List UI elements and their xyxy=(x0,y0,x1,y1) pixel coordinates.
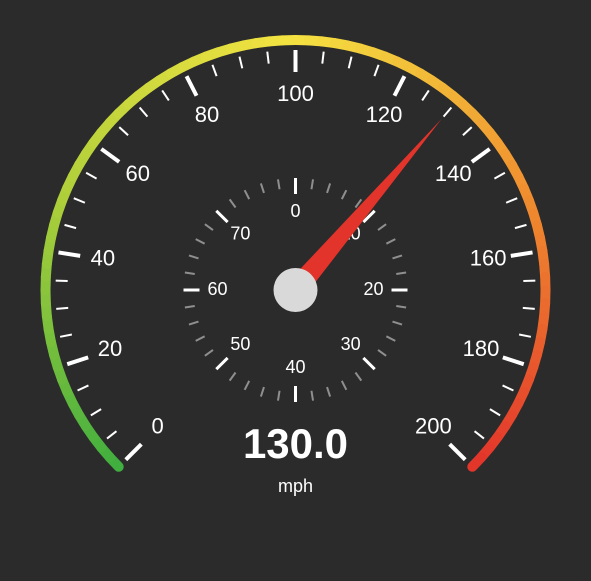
value-readout: 130.0 xyxy=(0,420,591,468)
outer-minor-tick xyxy=(65,225,77,228)
outer-major-tick xyxy=(58,252,80,255)
outer-minor-tick xyxy=(91,409,101,415)
unit-label: mph xyxy=(0,476,591,497)
inner-minor-tick xyxy=(311,391,313,401)
inner-tick-label: 50 xyxy=(230,334,250,354)
outer-minor-tick xyxy=(503,385,514,390)
outer-minor-tick xyxy=(515,225,527,228)
outer-minor-tick xyxy=(119,127,128,135)
inner-tick-label: 70 xyxy=(230,224,250,244)
outer-major-tick xyxy=(472,149,490,162)
speedometer-gauge: 0204060801001201401601802000102030405060… xyxy=(0,0,591,581)
outer-minor-tick xyxy=(494,173,504,179)
outer-minor-tick xyxy=(506,198,517,203)
inner-minor-tick xyxy=(393,255,403,258)
outer-minor-tick xyxy=(56,308,68,309)
needle xyxy=(287,119,441,297)
outer-tick-label: 160 xyxy=(470,245,507,270)
outer-major-tick xyxy=(511,252,533,255)
inner-minor-tick xyxy=(327,387,330,397)
outer-minor-tick xyxy=(86,173,96,179)
inner-minor-tick xyxy=(261,183,264,193)
inner-minor-tick xyxy=(378,350,386,356)
inner-minor-tick xyxy=(386,336,395,341)
inner-minor-tick xyxy=(245,190,250,199)
inner-minor-tick xyxy=(185,272,195,274)
outer-minor-tick xyxy=(519,334,531,336)
inner-minor-tick xyxy=(342,381,347,390)
inner-minor-tick xyxy=(196,239,205,244)
inner-major-tick xyxy=(216,358,227,369)
outer-major-tick xyxy=(187,76,197,96)
outer-minor-tick xyxy=(267,52,268,64)
inner-minor-tick xyxy=(189,255,199,258)
inner-minor-tick xyxy=(311,179,313,189)
outer-tick-label: 140 xyxy=(435,161,472,186)
inner-minor-tick xyxy=(393,322,403,325)
outer-major-tick xyxy=(394,76,404,96)
inner-minor-tick xyxy=(355,373,361,381)
outer-minor-tick xyxy=(74,198,85,203)
inner-minor-tick xyxy=(185,306,195,308)
outer-tick-label: 180 xyxy=(463,336,500,361)
inner-minor-tick xyxy=(327,183,330,193)
inner-minor-tick xyxy=(396,272,406,274)
outer-tick-label: 100 xyxy=(277,81,314,106)
outer-minor-tick xyxy=(162,90,169,100)
inner-major-tick xyxy=(363,358,374,369)
inner-minor-tick xyxy=(378,224,386,230)
inner-minor-tick xyxy=(278,179,280,189)
outer-minor-tick xyxy=(490,409,500,415)
inner-tick-label: 40 xyxy=(285,357,305,377)
outer-minor-tick xyxy=(239,57,242,69)
inner-minor-tick xyxy=(278,391,280,401)
outer-major-tick xyxy=(67,357,88,364)
inner-minor-tick xyxy=(261,387,264,397)
inner-tick-label: 60 xyxy=(207,279,227,299)
outer-minor-tick xyxy=(523,308,535,309)
outer-minor-tick xyxy=(140,108,148,117)
inner-minor-tick xyxy=(196,336,205,341)
outer-minor-tick xyxy=(78,385,89,390)
outer-minor-tick xyxy=(212,65,216,76)
inner-minor-tick xyxy=(396,306,406,308)
outer-tick-label: 80 xyxy=(195,102,219,127)
outer-minor-tick xyxy=(322,52,323,64)
outer-minor-tick xyxy=(463,127,472,135)
inner-minor-tick xyxy=(230,373,236,381)
outer-minor-tick xyxy=(422,90,429,100)
outer-tick-label: 60 xyxy=(125,161,149,186)
outer-minor-tick xyxy=(374,65,378,76)
inner-minor-tick xyxy=(205,224,213,230)
inner-minor-tick xyxy=(342,190,347,199)
outer-minor-tick xyxy=(444,108,452,117)
outer-major-tick xyxy=(101,149,119,162)
inner-minor-tick xyxy=(189,322,199,325)
outer-tick-label: 40 xyxy=(91,245,115,270)
inner-tick-label: 0 xyxy=(290,201,300,221)
inner-tick-label: 20 xyxy=(363,279,383,299)
inner-major-tick xyxy=(216,211,227,222)
outer-minor-tick xyxy=(60,334,72,336)
outer-minor-tick xyxy=(349,57,352,69)
outer-tick-label: 120 xyxy=(366,102,403,127)
inner-minor-tick xyxy=(245,381,250,390)
needle-hub xyxy=(274,268,318,312)
outer-major-tick xyxy=(503,357,524,364)
inner-minor-tick xyxy=(386,239,395,244)
outer-tick-label: 20 xyxy=(98,336,122,361)
inner-minor-tick xyxy=(205,350,213,356)
inner-tick-label: 30 xyxy=(341,334,361,354)
inner-minor-tick xyxy=(230,199,236,207)
